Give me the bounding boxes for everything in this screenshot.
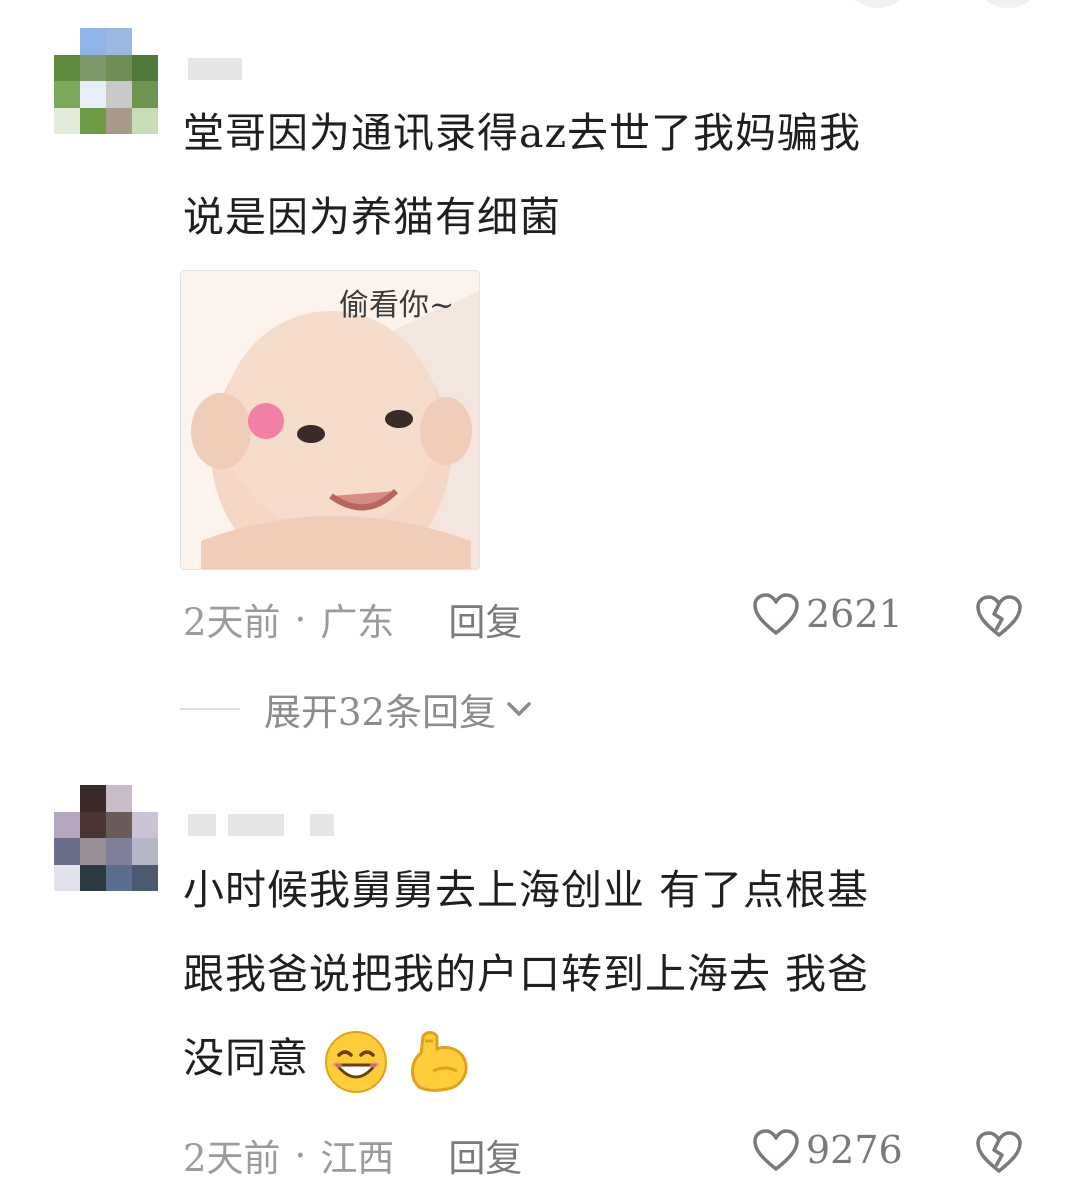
avatar[interactable] [54,785,158,891]
like-count: 2621 [806,592,903,636]
comment-time: 2天前 [183,601,281,644]
broken-heart-icon [976,1131,1022,1173]
comment-location: 江西 [320,1137,395,1180]
meta-separator: · [294,597,307,641]
meta-separator: · [294,1133,307,1177]
comment-text: 堂哥因为通讯录得az去世了我妈骗我 说是因为养猫有细菌 [183,91,1023,259]
top-partial-button [848,0,908,8]
top-partial-button [978,0,1038,8]
like-button[interactable]: 2621 [752,592,903,636]
comment-time: 2天前 [183,1137,281,1180]
comment-text-line: 堂哥因为通讯录得az去世了我妈骗我 [183,109,862,157]
like-button[interactable]: 9276 [752,1128,903,1172]
comment-text-line-last: 没同意 [183,1016,1023,1100]
heart-outline-icon [753,593,799,635]
flexed-biceps-emoji [411,1030,468,1092]
expand-replies-label: 展开32条回复 [264,691,497,734]
like-count: 9276 [806,1128,903,1172]
username-redacted[interactable] [188,814,334,836]
baby-sticker-image[interactable]: 偷看你~ [180,270,480,570]
sticker-caption: 偷看你~ [339,288,454,323]
grinning-face-emoji [325,1030,388,1093]
comment-meta: 2天前 · 江西 回复 [183,1128,522,1182]
broken-heart-icon [976,595,1022,637]
comment-text-line: 小时候我舅舅去上海创业 有了点根基 [183,866,870,914]
dislike-button[interactable] [975,594,1023,642]
comment-text-fragment: 没同意 [183,1034,309,1082]
heart-outline-icon [753,1129,799,1171]
expand-replies-button[interactable]: 展开32条回复 [180,682,534,736]
chevron-down-icon [507,702,531,716]
reply-button[interactable]: 回复 [448,592,522,646]
dislike-button[interactable] [975,1130,1023,1178]
reply-button[interactable]: 回复 [448,1128,522,1182]
comment-location: 广东 [320,601,395,644]
comment-meta: 2天前 · 广东 回复 [183,592,522,646]
username-redacted[interactable] [188,58,242,80]
comment-text-line: 跟我爸说把我的户口转到上海去 我爸 [183,950,870,998]
expand-divider [180,708,240,710]
avatar[interactable] [54,28,158,134]
comment-text: 小时候我舅舅去上海创业 有了点根基 跟我爸说把我的户口转到上海去 我爸 没同意 [183,848,1023,1100]
comment-text-line: 说是因为养猫有细菌 [183,193,561,241]
